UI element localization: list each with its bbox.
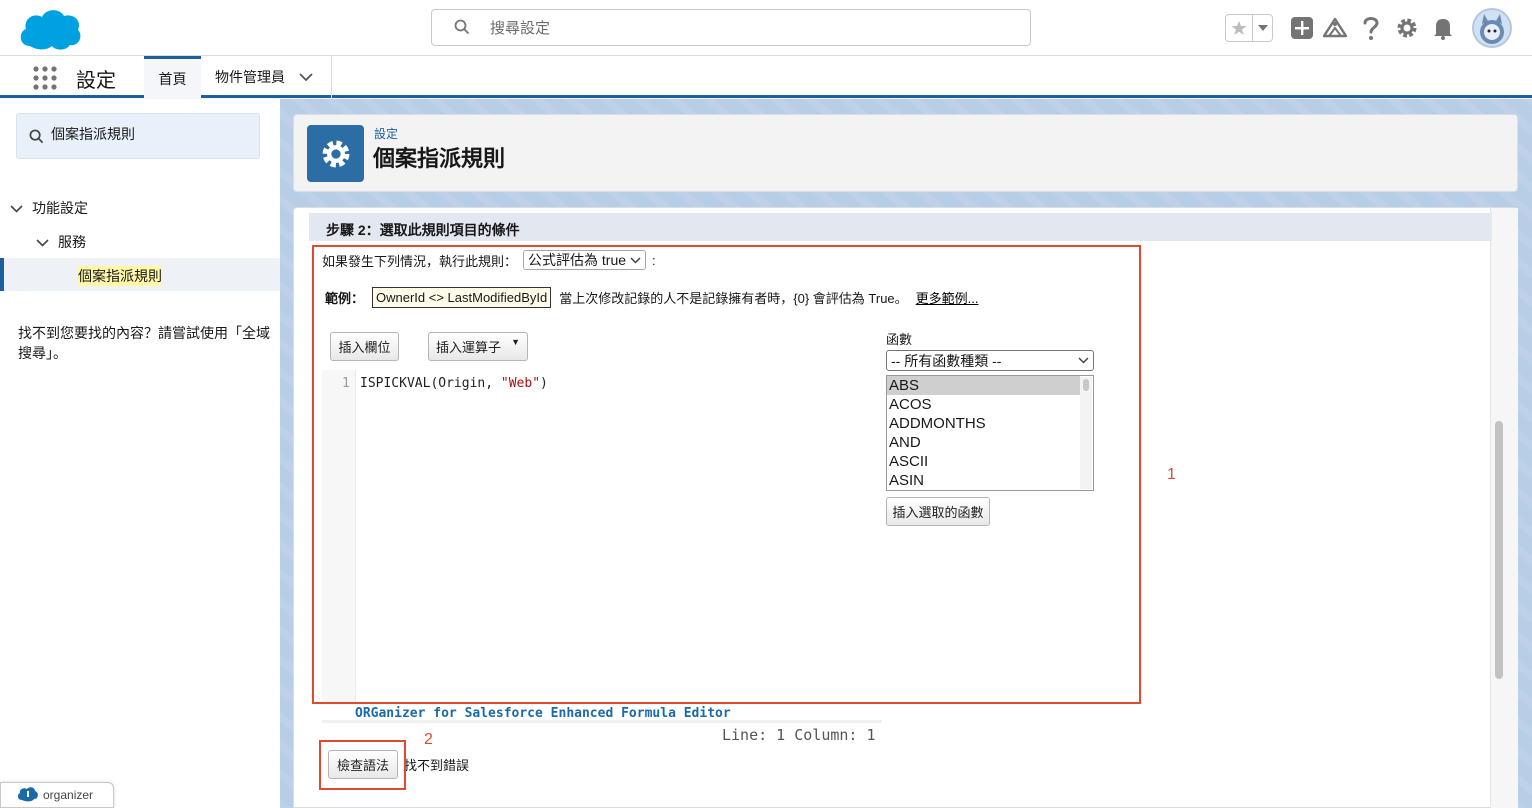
organizer-logo-icon: [17, 786, 39, 805]
chevron-down-icon[interactable]: [36, 234, 49, 250]
page-title: 個案指派規則: [373, 146, 506, 171]
organizer-badge[interactable]: organizer: [0, 782, 114, 808]
quick-find-input[interactable]: [51, 126, 251, 142]
tree-item-feature-settings[interactable]: 功能設定: [10, 198, 88, 218]
tab-home-label: 首頁: [158, 70, 187, 87]
not-found-hint: 找不到您要找的內容？請嘗試使用「全域搜尋」。: [18, 325, 270, 361]
quick-find[interactable]: [16, 113, 260, 159]
star-icon[interactable]: [1226, 15, 1254, 41]
annotation-number-1: 1: [1167, 466, 1176, 483]
step-header: 步驟 2：選取此規則項目的條件: [309, 213, 1492, 241]
editor-footer-name: ORGanizer for Salesforce Enhanced Formul…: [355, 706, 731, 721]
add-icon[interactable]: [1288, 14, 1316, 42]
app-name: 設定: [76, 70, 116, 92]
setup-gear-icon: [307, 125, 364, 182]
tab-object-manager[interactable]: 物件管理員: [201, 56, 332, 98]
global-header: [0, 0, 1532, 56]
tab-home[interactable]: 首頁: [144, 56, 201, 98]
global-search-input[interactable]: [490, 16, 1010, 40]
caret-down-icon[interactable]: [1253, 15, 1272, 41]
trailhead-icon[interactable]: [1321, 14, 1349, 42]
tree-item-label: 服務: [58, 234, 86, 250]
chevron-down-icon[interactable]: [10, 200, 23, 216]
syntax-result: 找不到錯誤: [404, 758, 470, 773]
help-icon[interactable]: [1357, 14, 1385, 42]
gear-icon[interactable]: [1393, 14, 1421, 42]
tab-object-manager-label: 物件管理員: [215, 69, 285, 85]
salesforce-logo-icon[interactable]: [16, 6, 84, 52]
app-launcher-icon[interactable]: [33, 66, 57, 90]
favorites-control[interactable]: [1225, 14, 1273, 42]
line-column-indicator: Line: 1 Column: 1: [722, 726, 876, 744]
tree-item-label: 功能設定: [32, 200, 88, 216]
context-bar: 設定 首頁 物件管理員: [0, 56, 1532, 98]
editor-footer-bar: [322, 720, 882, 723]
search-icon: [454, 19, 470, 40]
breadcrumb[interactable]: 設定: [374, 125, 398, 142]
chevron-down-icon[interactable]: [299, 69, 313, 85]
annotation-box-2: [319, 740, 406, 790]
tree-item-service[interactable]: 服務: [36, 232, 86, 252]
annotation-number-2: 2: [424, 731, 433, 748]
organizer-label: organizer: [43, 788, 94, 802]
global-search[interactable]: [431, 9, 1031, 46]
tree-item-case-assignment-rules[interactable]: 個案指派規則: [0, 258, 280, 291]
tree-item-label: 個案指派規則: [78, 266, 162, 286]
bell-icon[interactable]: [1429, 14, 1457, 42]
annotation-box-1: [312, 245, 1141, 704]
scrollbar-thumb[interactable]: [1495, 421, 1503, 679]
user-avatar[interactable]: [1472, 8, 1512, 48]
setup-sidebar: 功能設定 服務 個案指派規則 找不到您要找的內容？請嘗試使用「全域搜尋」。 or…: [0, 99, 280, 808]
page-header: 設定 個案指派規則: [293, 114, 1518, 192]
search-icon: [29, 129, 44, 149]
